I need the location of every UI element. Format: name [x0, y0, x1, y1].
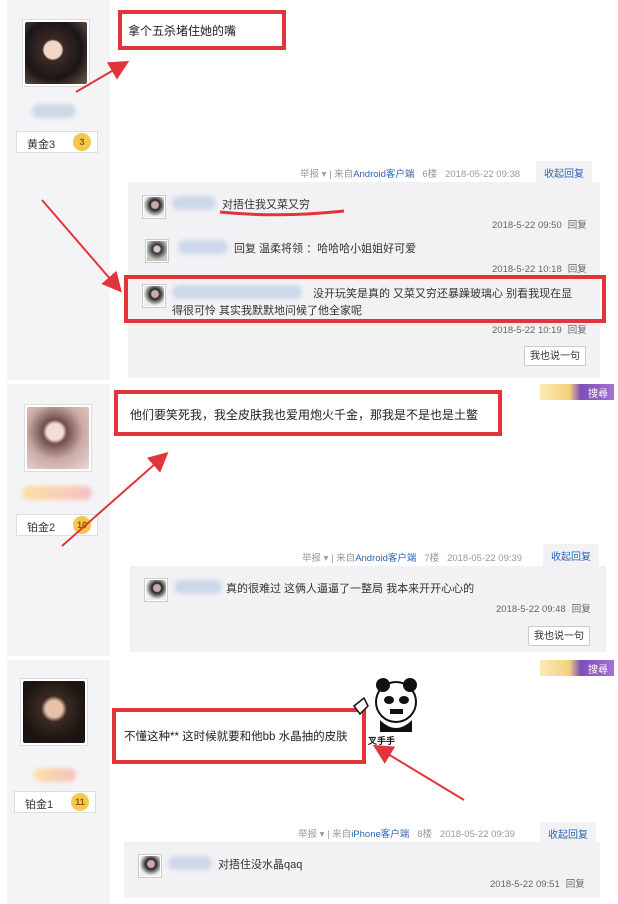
post-time: 2018-05-22 09:39 — [439, 829, 515, 840]
reply-button[interactable]: 回复 — [568, 220, 587, 231]
level-icon: 11 — [71, 793, 89, 811]
report-link[interactable]: 举报 — [302, 553, 321, 564]
reply-time: 2018-5-22 09:50 回复 — [492, 220, 587, 231]
reply-button[interactable]: 回复 — [568, 264, 587, 275]
level-icon: 10 — [73, 516, 91, 534]
post-8: 搜尋 铂金1 11 不懂这种** 这时候就要和他bb 水晶抽的皮肤 叉手手 举报… — [0, 660, 618, 904]
source-link[interactable]: Android客户端 — [353, 169, 414, 180]
sticker-caption: 叉手手 — [368, 736, 396, 746]
reply-avatar[interactable] — [138, 854, 162, 878]
floor-number: 8楼 — [417, 829, 432, 840]
post-content: 他们要笑死我，我全皮肤我也爱用炮火千金，那我是不是也是土鳖 — [130, 408, 479, 422]
level-label: 铂金2 — [27, 522, 56, 534]
user-avatar[interactable] — [24, 404, 92, 472]
post-meta: 举报 ▾ | 来自Android客户端 7楼 2018-05-22 09:39 — [302, 553, 523, 564]
post-meta: 举报 ▾ | 来自Android客户端 6楼 2018-05-22 09:38 — [300, 169, 521, 180]
reply-button[interactable]: 回复 — [572, 604, 591, 615]
level-badge[interactable]: 黄金3 3 — [16, 131, 98, 153]
reply-button[interactable]: 回复 — [568, 325, 587, 336]
username-blurred[interactable] — [32, 104, 76, 118]
reply-time: 2018-5-22 10:19 回复 — [492, 325, 587, 336]
source-link[interactable]: Android客户端 — [355, 553, 416, 564]
reply-text: 真的很难过 这俩人逼逼了一整局 我本来开开心心的 — [226, 583, 475, 595]
level-label: 黄金3 — [27, 139, 56, 151]
say-something-button[interactable]: 我也说一句 — [528, 626, 590, 646]
report-link[interactable]: 举报 — [300, 169, 319, 180]
user-avatar[interactable] — [20, 678, 88, 746]
reply-text: 没开玩笑是真的 又菜又穷还暴躁玻璃心 别看我现在显 — [313, 288, 573, 300]
level-badge[interactable]: 铂金2 10 — [16, 514, 98, 536]
collapse-reply-button[interactable]: 收起回复 — [536, 161, 592, 184]
post-time: 2018-05-22 09:38 — [445, 169, 521, 180]
post-content: 拿个五杀堵住她的嘴 — [128, 24, 237, 38]
reply-time: 2018-5-22 09:48 回复 — [496, 604, 591, 615]
collapse-reply-button[interactable]: 收起回复 — [543, 544, 599, 567]
reply-button[interactable]: 回复 — [566, 879, 585, 890]
reply-text: 对捂住没水晶qaq — [218, 859, 303, 871]
floor-number: 7楼 — [424, 553, 440, 564]
reply-avatar[interactable] — [144, 578, 168, 602]
reply-avatar[interactable] — [142, 284, 166, 308]
source-link[interactable]: iPhone客户端 — [351, 829, 409, 840]
username-blurred[interactable] — [22, 486, 92, 500]
panda-sticker: 叉手手 — [350, 676, 424, 746]
reply-text: 回复 温柔将领 ：哈哈哈小姐姐好可爱 — [234, 243, 417, 255]
reply-text: 对捂住我又菜又穷 — [222, 199, 310, 211]
reply-username-blurred[interactable] — [168, 856, 212, 870]
level-icon: 3 — [73, 133, 91, 151]
reply-username-blurred[interactable] — [172, 196, 216, 210]
reply-avatar[interactable] — [145, 239, 169, 263]
ad-strip[interactable]: 搜尋 — [540, 384, 614, 400]
floor-number: 6楼 — [422, 169, 438, 180]
post-content: 不懂这种** 这时候就要和他bb 水晶抽的皮肤 — [124, 731, 348, 743]
username-blurred[interactable] — [34, 768, 76, 782]
ad-strip[interactable]: 搜尋 — [540, 660, 614, 676]
user-avatar[interactable] — [22, 19, 90, 87]
reply-username-blurred[interactable] — [178, 240, 228, 254]
reply-username-blurred[interactable] — [174, 580, 222, 594]
post-6: 黄金3 3 拿个五杀堵住她的嘴 举报 ▾ | 来自Android客户端 6楼 2… — [0, 0, 618, 380]
report-link[interactable]: 举报 — [298, 829, 317, 840]
post-7: 搜尋 铂金2 10 他们要笑死我，我全皮肤我也爱用炮火千金，那我是不是也是土鳖 … — [0, 384, 618, 656]
reply-time: 2018-5-22 10:18 回复 — [492, 264, 587, 275]
reply-time: 2018-5-22 09:51 回复 — [490, 879, 585, 890]
post-meta: 举报 ▾ | 来自iPhone客户端 8楼 2018-05-22 09:39 — [298, 829, 515, 840]
post-time: 2018-05-22 09:39 — [447, 553, 523, 564]
say-something-button[interactable]: 我也说一句 — [524, 346, 586, 366]
reply-username-blurred[interactable] — [172, 285, 302, 299]
reply-text-cont: 得很可怜 其实我默默地问候了他全家呢 — [172, 305, 363, 317]
level-label: 铂金1 — [25, 799, 54, 811]
level-badge[interactable]: 铂金1 11 — [14, 791, 96, 813]
reply-avatar[interactable] — [142, 195, 166, 219]
